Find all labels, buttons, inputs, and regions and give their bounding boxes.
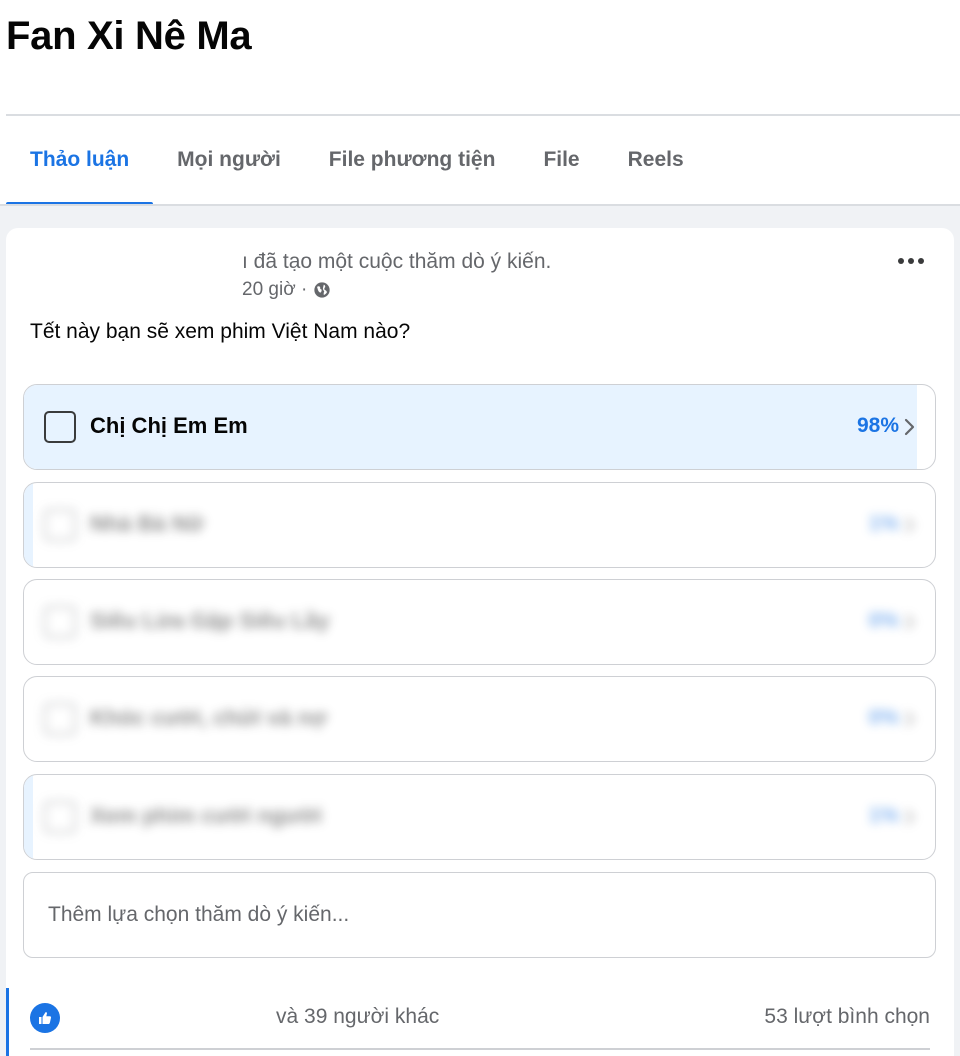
post-meta: 20 giờ · <box>242 279 331 301</box>
chevron-right-icon[interactable] <box>903 805 917 829</box>
poll-option-checkbox[interactable] <box>44 606 76 638</box>
chevron-right-icon[interactable] <box>903 415 917 439</box>
poll-option-checkbox[interactable] <box>44 703 76 735</box>
thumbs-up-icon <box>39 1012 52 1024</box>
poll-option-label: Xem phim cười người <box>90 803 322 828</box>
poll-option-label: Siêu Lừa Gặp Siêu Lầy <box>90 608 330 633</box>
more-options-button[interactable] <box>898 258 924 264</box>
post-action-text: ı đã tạo một cuộc thăm dò ý kiến. <box>242 250 552 273</box>
footer-accent-bar <box>6 988 9 1056</box>
chevron-right-icon[interactable] <box>903 513 917 537</box>
vote-count[interactable]: 53 lượt bình chọn <box>764 1005 930 1029</box>
poll-post-card: ı đã tạo một cuộc thăm dò ý kiến. 20 giờ… <box>6 228 954 1056</box>
group-tabs: Thảo luận Mọi người File phương tiện Fil… <box>6 116 708 206</box>
chevron-right-icon[interactable] <box>903 707 917 731</box>
tab-discussion[interactable]: Thảo luận <box>6 116 154 206</box>
tab-reels[interactable]: Reels <box>604 116 708 204</box>
poll-option-5[interactable]: Xem phim cười người 1% <box>23 774 936 860</box>
poll-option-label: Chị Chị Em Em <box>90 413 248 438</box>
poll-option-5-fill <box>24 775 34 859</box>
poll-option-3[interactable]: Siêu Lừa Gặp Siêu Lầy 0% <box>23 579 936 665</box>
reactions-summary[interactable]: và 39 người khác <box>276 1005 439 1029</box>
header-bottom-border <box>0 204 960 206</box>
poll-option-percent[interactable]: 0% <box>869 706 899 730</box>
poll-option-checkbox[interactable] <box>44 509 76 541</box>
group-title[interactable]: Fan Xi Nê Ma <box>6 14 252 59</box>
post-time[interactable]: 20 giờ · <box>242 279 307 301</box>
poll-option-label: Khóc cười, chửi và nợ <box>90 705 327 730</box>
poll-option-checkbox[interactable] <box>44 411 76 443</box>
footer-divider <box>30 1048 930 1050</box>
poll-option-percent[interactable]: 1% <box>869 804 899 828</box>
tab-files[interactable]: File <box>519 116 603 204</box>
tab-media[interactable]: File phương tiện <box>305 116 520 204</box>
poll-option-4[interactable]: Khóc cười, chửi và nợ 0% <box>23 676 936 762</box>
poll-option-2[interactable]: Nhà Bà Nữ 1% <box>23 482 936 568</box>
poll-option-1[interactable]: Chị Chị Em Em 98% <box>23 384 936 470</box>
globe-icon <box>314 282 330 298</box>
more-dots-icon <box>898 258 904 264</box>
poll-option-label: Nhà Bà Nữ <box>90 511 204 536</box>
poll-option-percent[interactable]: 1% <box>869 512 899 536</box>
add-poll-option-input[interactable] <box>48 899 908 931</box>
poll-option-percent[interactable]: 0% <box>869 609 899 633</box>
tab-members[interactable]: Mọi người <box>153 116 305 204</box>
like-reaction-icon[interactable] <box>30 1003 60 1033</box>
chevron-right-icon[interactable] <box>903 610 917 634</box>
poll-question: Tết này bạn sẽ xem phim Việt Nam nào? <box>30 320 411 343</box>
poll-option-2-fill <box>24 483 34 567</box>
add-poll-option[interactable] <box>23 872 936 958</box>
poll-option-percent[interactable]: 98% <box>857 414 899 438</box>
group-header: Fan Xi Nê Ma Thảo luận Mọi người File ph… <box>0 0 960 206</box>
poll-option-checkbox[interactable] <box>44 801 76 833</box>
